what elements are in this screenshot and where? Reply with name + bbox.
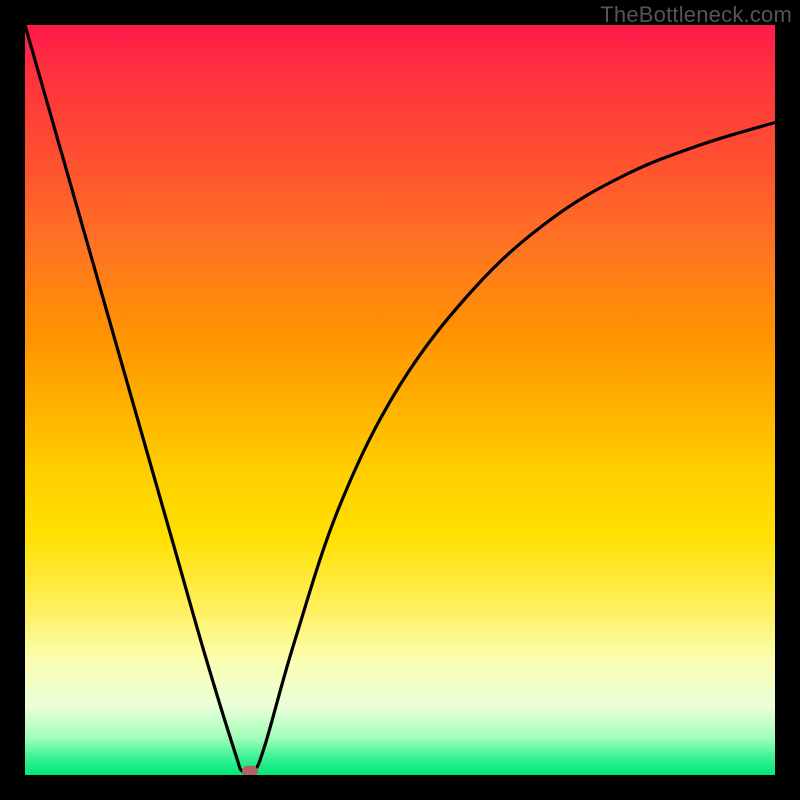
bottleneck-curve xyxy=(25,25,775,774)
optimum-marker xyxy=(242,766,258,775)
watermark-text: TheBottleneck.com xyxy=(600,2,792,28)
chart-frame: TheBottleneck.com xyxy=(0,0,800,800)
curve-svg xyxy=(25,25,775,775)
plot-area xyxy=(25,25,775,775)
